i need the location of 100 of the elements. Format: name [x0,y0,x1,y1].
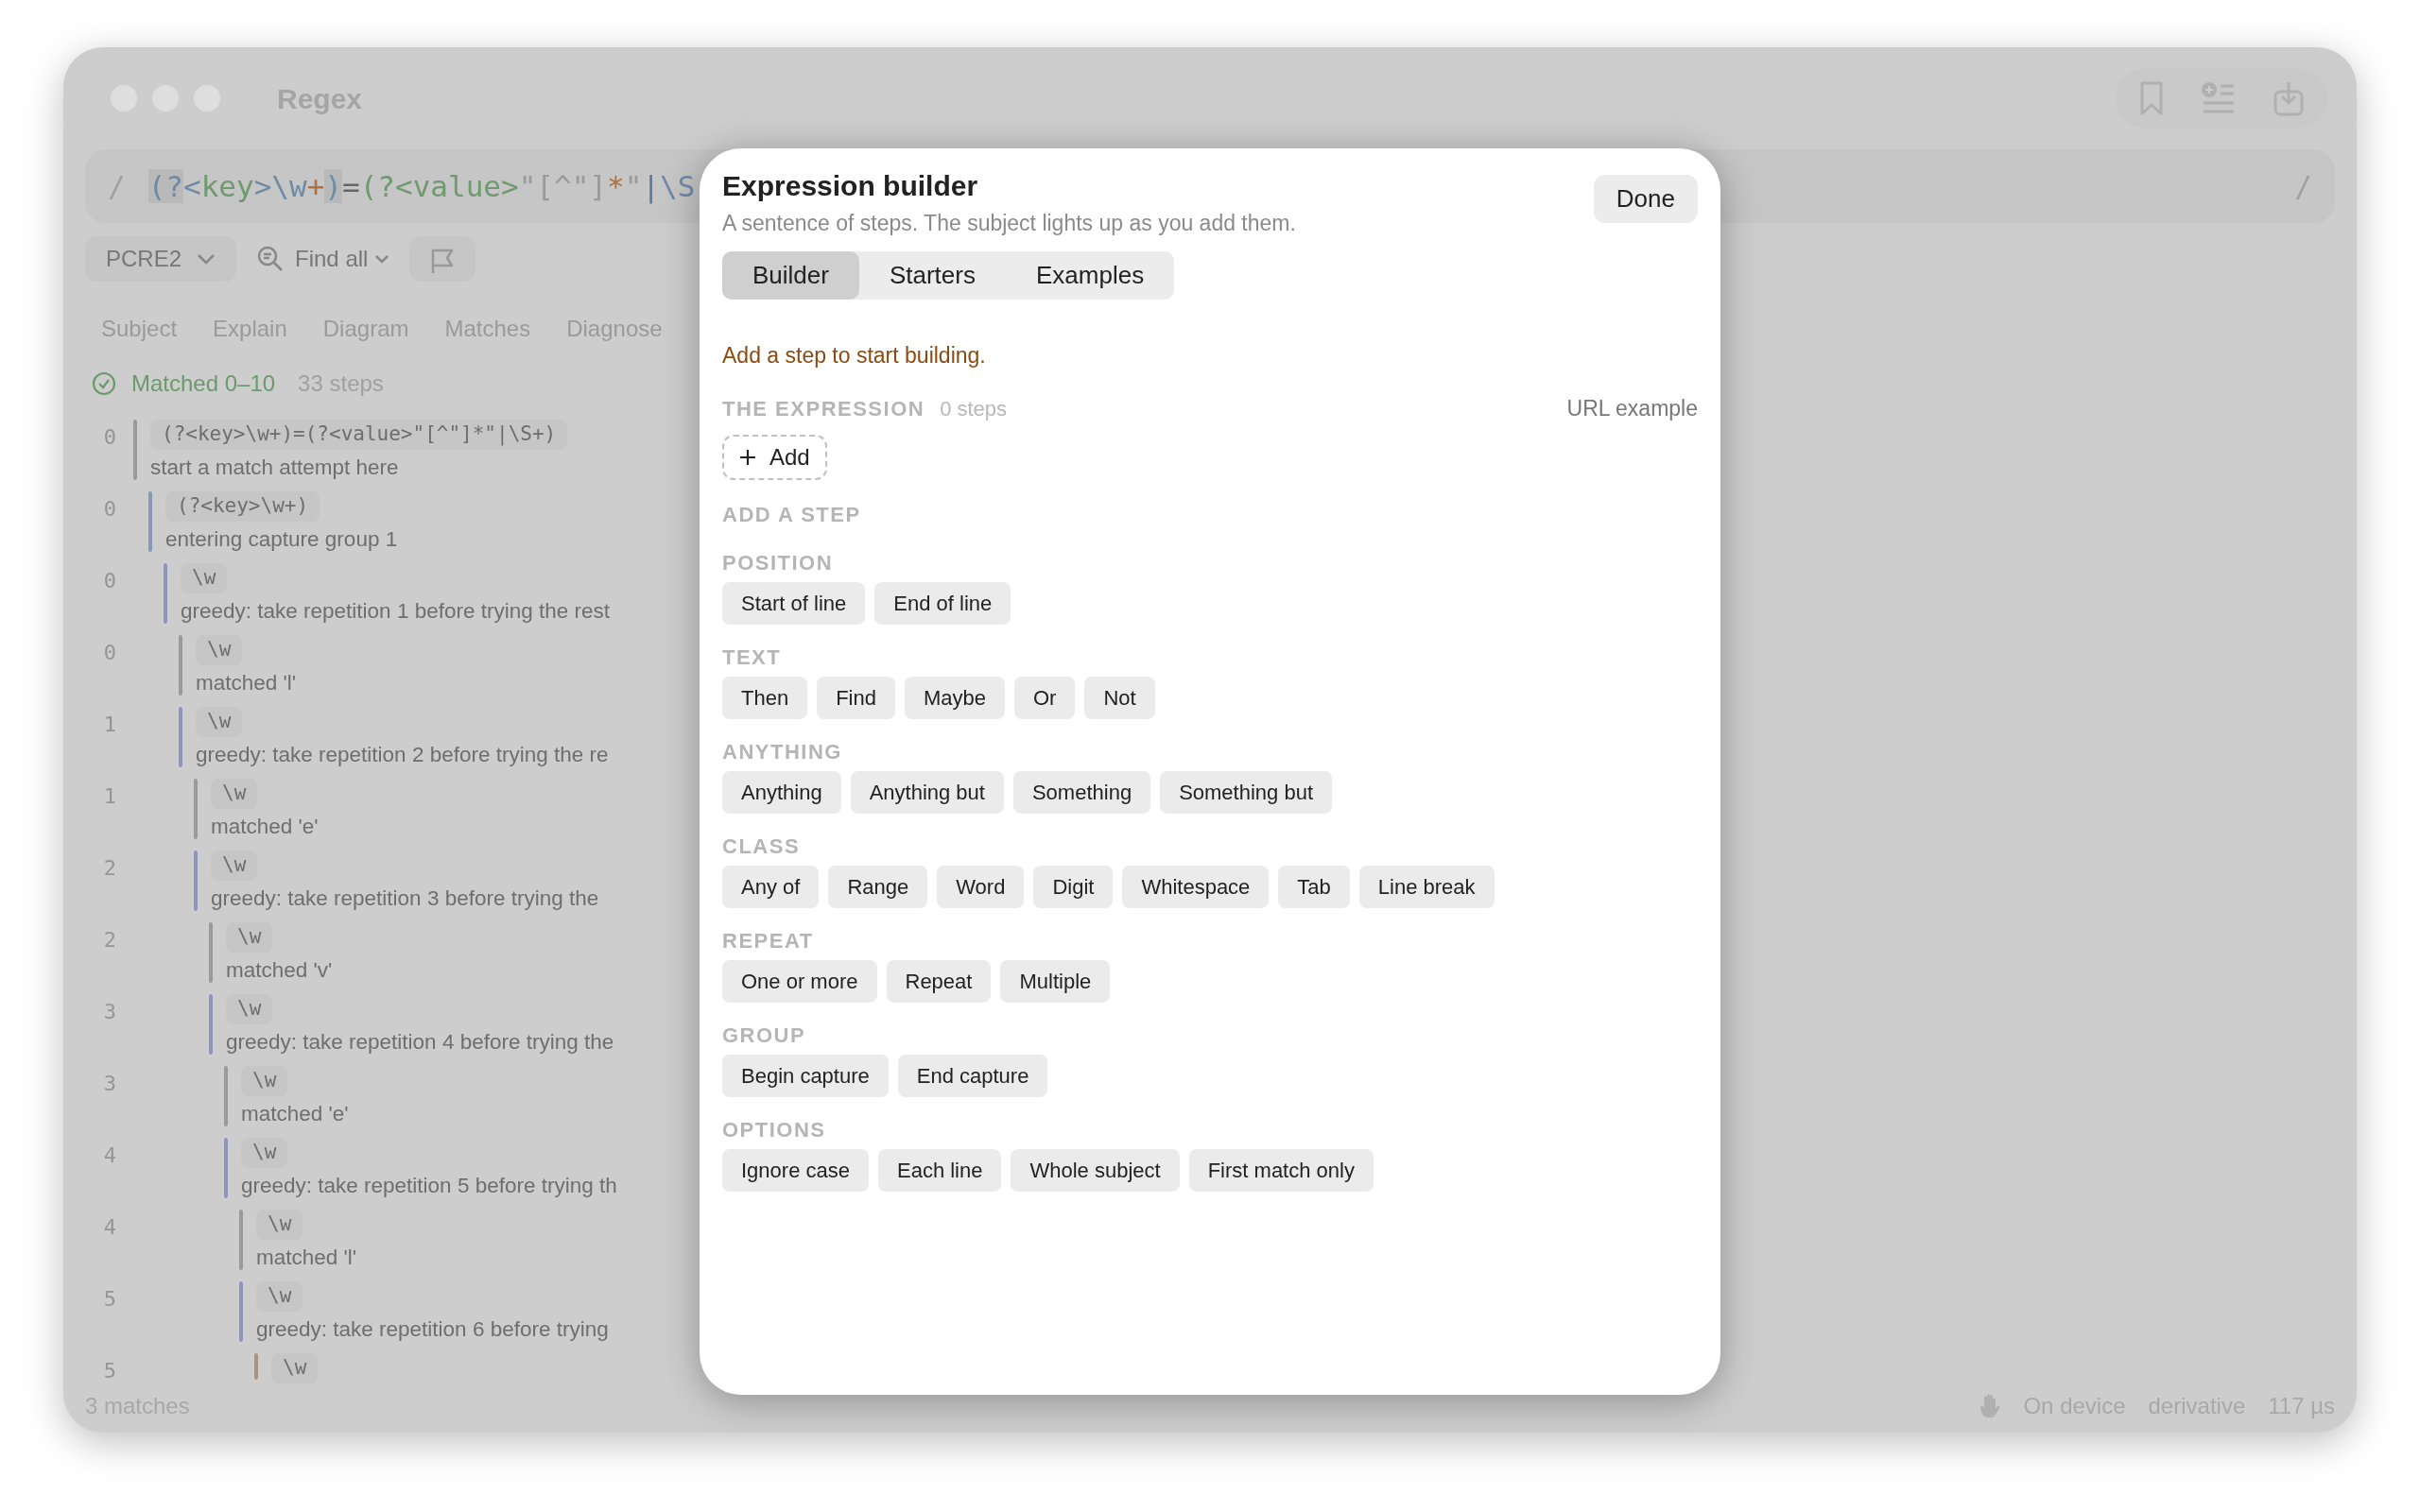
search-icon [257,246,285,272]
delimiter-text: / [108,167,126,205]
add-button[interactable]: Add [722,434,827,480]
segment-tab[interactable]: Starters [858,250,1006,300]
code-token: \w [256,1281,303,1312]
step-chip[interactable]: Then [722,676,808,719]
step-chip[interactable]: Ignore case [722,1148,869,1192]
step-chip[interactable]: Maybe [904,676,1005,719]
flag-button[interactable] [409,236,476,282]
code-token: (?<key>\w+) [165,491,320,522]
plus-icon [739,448,756,466]
chevron-icon [197,253,216,265]
step-chip[interactable]: Something [1012,770,1151,814]
step-description: matched 'l' [256,1244,357,1271]
code-token: \w [211,850,258,881]
section-label: REPEAT [722,927,815,954]
position-number: 5 [102,1286,117,1313]
position-number: 0 [102,568,117,594]
step-chip[interactable]: Not [1084,676,1155,719]
position-number: 0 [102,424,117,451]
code-token: \w [241,1066,288,1096]
position-number: 0 [102,496,117,523]
dialog-title: Expression builder [722,169,979,203]
code-token: \w [196,707,243,737]
bookmark-icon[interactable] [2139,80,2164,116]
step-description: matched 'e' [241,1100,349,1127]
regex-token: ) [324,168,342,203]
step-chip[interactable]: Anything [722,770,841,814]
step-chip[interactable]: Something but [1160,770,1332,814]
step-chip[interactable]: Digit [1033,865,1114,908]
step-chip[interactable]: Whole subject [1011,1148,1180,1192]
regex-token: (?<value> [359,168,519,203]
step-chip[interactable]: Any of [722,865,820,908]
flag-icon [430,247,456,274]
code-token: (?<key>\w+)=(?<value>"[^"]*"|\S+) [150,420,568,450]
step-chip[interactable]: Tab [1278,865,1350,908]
step-chip[interactable]: Multiple [1000,959,1111,1003]
position-number: 1 [102,712,117,738]
step-chip[interactable]: Line break [1358,865,1495,908]
step-chip[interactable]: Start of line [722,581,866,625]
step-description: greedy: take repetition 5 before trying th [241,1172,617,1199]
position-number: 2 [102,927,117,954]
download-icon[interactable] [2273,80,2304,116]
step-description: greedy: take repetition 1 before trying the rest [181,597,610,625]
add-list-icon[interactable] [2202,82,2236,114]
example-link[interactable]: URL example [1566,392,1698,425]
step-description: entering capture group 1 [165,525,398,553]
dialog-subtitle: A sentence of steps. The subject lights up as you add them. [722,210,1297,237]
step-description: matched 'v' [226,956,333,984]
step-chip[interactable]: Repeat [886,959,992,1003]
code-token: \w [226,922,273,953]
step-chip[interactable]: Or [1014,676,1076,719]
step-chip[interactable]: Each line [877,1148,1002,1192]
segment-tab[interactable]: Examples [1005,250,1175,300]
regex-token: \S [660,168,696,203]
section-label: OPTIONS [722,1116,827,1143]
step-description: matched 'l' [196,669,297,696]
step-chip[interactable]: One or more [722,959,877,1003]
step-chip[interactable]: Range [828,865,928,908]
step-chip[interactable]: Whitespace [1122,865,1270,908]
position-number: 4 [102,1143,117,1169]
section-label: ADD A STEP [722,501,862,528]
step-description: greedy: take repetition 3 before trying the [211,885,599,912]
section-label: GROUP [722,1022,807,1049]
done-button[interactable]: Done [1593,175,1698,223]
hint-text: Add a step to start building. [722,341,987,369]
regex-token: " [624,168,643,203]
section-label: THE EXPRESSION [722,395,925,422]
code-token: \w [241,1138,288,1168]
regex-token: >\w [253,168,307,203]
step-chip[interactable]: Anything but [850,770,1004,814]
section-label: ANYTHING [722,738,843,765]
step-chip[interactable]: First match only [1188,1148,1374,1192]
regex-token: key [200,168,254,203]
match-status-text: Matched 0–10 [131,369,276,398]
position-number: 3 [102,1071,117,1097]
position-number: 4 [102,1214,117,1241]
position-number: 0 [102,640,117,666]
delimiter-text: / [2294,167,2312,205]
regex-token: (? [147,168,183,203]
code-token: \w [196,635,243,665]
code-token: \w [211,779,258,809]
section-label: POSITION [722,549,835,576]
hand-icon [1979,1394,2001,1418]
position-number: 1 [102,783,117,810]
step-chip[interactable]: End of line [874,581,1011,625]
position-number: 2 [102,855,117,882]
step-description: greedy: take repetition 6 before trying [256,1315,609,1343]
step-chip[interactable]: Begin capture [722,1054,889,1097]
step-description: greedy: take repetition 4 before trying the [226,1028,614,1056]
step-chip[interactable]: Word [937,865,1025,908]
segment-tab[interactable]: Builder [722,250,859,300]
step-description: start a match attempt here [150,454,400,481]
step-chip[interactable]: Find [817,676,895,719]
regex-token: = [342,168,360,203]
regex-token: + [306,168,325,203]
code-token: \w [181,563,228,593]
position-number: 5 [102,1358,117,1384]
step-count: 0 steps [940,395,1008,422]
step-chip[interactable]: End capture [897,1054,1048,1097]
